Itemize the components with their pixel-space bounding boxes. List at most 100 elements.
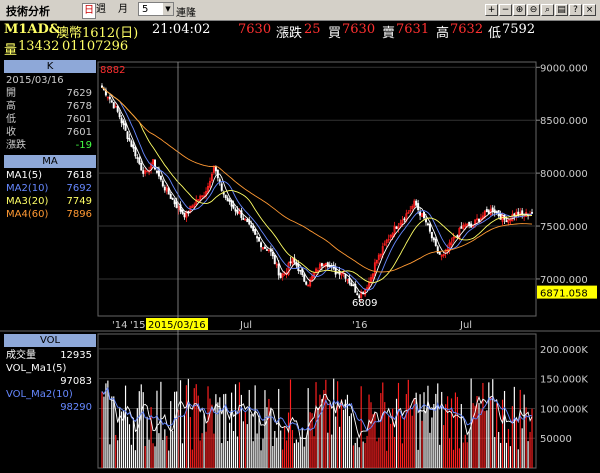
candle-body (250, 224, 253, 228)
candle-body (395, 226, 398, 229)
candle-body (297, 263, 300, 271)
volume-bar (480, 408, 482, 468)
volume-bar (256, 433, 258, 468)
volume-bar (409, 405, 411, 468)
candle-body (252, 226, 255, 232)
volume-bar (474, 405, 476, 468)
volume-bar (101, 391, 103, 468)
volume-bar (399, 415, 402, 468)
volume-bar (421, 420, 423, 468)
volume-bar (138, 391, 140, 468)
volume-bar (427, 385, 429, 468)
price-panel-frame (97, 61, 537, 317)
candle-body (336, 271, 339, 274)
volume-bar (388, 415, 390, 468)
volume-bar (109, 444, 111, 468)
candle-body (505, 220, 508, 223)
volume-bar (185, 385, 188, 468)
volume-bar (195, 384, 197, 468)
candle-body (460, 226, 463, 229)
x-tick-label: Jul (459, 320, 472, 331)
x-tick-label: '16 (352, 320, 367, 331)
volume-bar (242, 421, 244, 468)
candle-body (232, 204, 235, 209)
volume-bar (466, 442, 468, 468)
candle-body (491, 207, 494, 212)
volume-bar (340, 399, 343, 468)
volume-bar (113, 396, 115, 468)
volume-bar (429, 432, 431, 468)
volume-bar (121, 411, 123, 468)
volume-bar (443, 425, 445, 468)
volume-bar (213, 433, 215, 468)
volume-bar (258, 415, 260, 468)
candle-body (120, 117, 123, 124)
volume-bar (515, 419, 517, 468)
volume-bar (446, 396, 449, 468)
candle-body (173, 200, 176, 205)
candle-body (130, 140, 133, 147)
candle-body (142, 170, 145, 174)
volume-bar (509, 446, 512, 468)
candle-body (430, 231, 433, 239)
volume-bar (325, 379, 327, 468)
volume-bar (234, 384, 237, 468)
volume-bar (358, 447, 360, 468)
volume-bar (154, 446, 156, 468)
volume-bar (211, 404, 213, 468)
volume-bar (342, 409, 345, 468)
volume-bar (382, 382, 384, 468)
candle-body (419, 211, 422, 216)
volume-bar (207, 386, 209, 468)
high-marker-label: 8882 (100, 65, 125, 76)
chart-svg[interactable]: 9000.000 8500.000 8000.000 7500.000 7000.000… (0, 0, 600, 473)
volume-bar (478, 402, 480, 468)
volume-bar (338, 426, 341, 468)
volume-bar (376, 441, 378, 468)
candle-body (485, 209, 488, 212)
candle-body (242, 217, 245, 220)
candle-body (110, 100, 113, 103)
volume-bar (327, 432, 329, 468)
candle-body (256, 236, 259, 239)
candle-body (350, 282, 353, 287)
volume-bar (360, 386, 362, 468)
volume-bar (140, 384, 142, 468)
volume-tick-label: 200.000K (540, 345, 588, 356)
candle-body (122, 120, 125, 126)
candle-body (128, 137, 131, 141)
candle-body (352, 284, 355, 287)
volume-bar (276, 437, 278, 468)
candle-body (246, 219, 249, 223)
volume-bar (299, 437, 301, 468)
volume-group (101, 378, 533, 468)
volume-bar (232, 430, 235, 468)
volume-tick-label: 100.000K (540, 404, 588, 415)
volume-bar (417, 449, 419, 468)
volume-bar (282, 449, 284, 468)
volume-bar (144, 445, 146, 468)
volume-bar (315, 382, 317, 468)
candle-body (159, 175, 162, 180)
price-tick-label: 7000.000 (540, 275, 588, 286)
volume-bar (393, 436, 396, 468)
volume-bar (507, 428, 510, 468)
candle-body (112, 102, 115, 109)
candle-body (118, 112, 121, 118)
volume-bar (189, 417, 191, 468)
ma4-line (101, 87, 533, 273)
volume-bar (364, 443, 366, 468)
volume-bar (448, 438, 451, 468)
volume-bar (174, 391, 176, 468)
x-tick-label-selected: 2015/03/16 (148, 320, 206, 331)
candle-body (438, 251, 441, 255)
volume-bar (264, 390, 266, 468)
volume-bar (244, 411, 246, 468)
volume-bar (274, 430, 276, 468)
volume-bar (268, 398, 270, 468)
candle-body (175, 201, 178, 208)
candle-body (181, 209, 184, 214)
volume-bar (172, 430, 174, 468)
candle-body (328, 265, 331, 268)
volume-bar (205, 431, 207, 468)
